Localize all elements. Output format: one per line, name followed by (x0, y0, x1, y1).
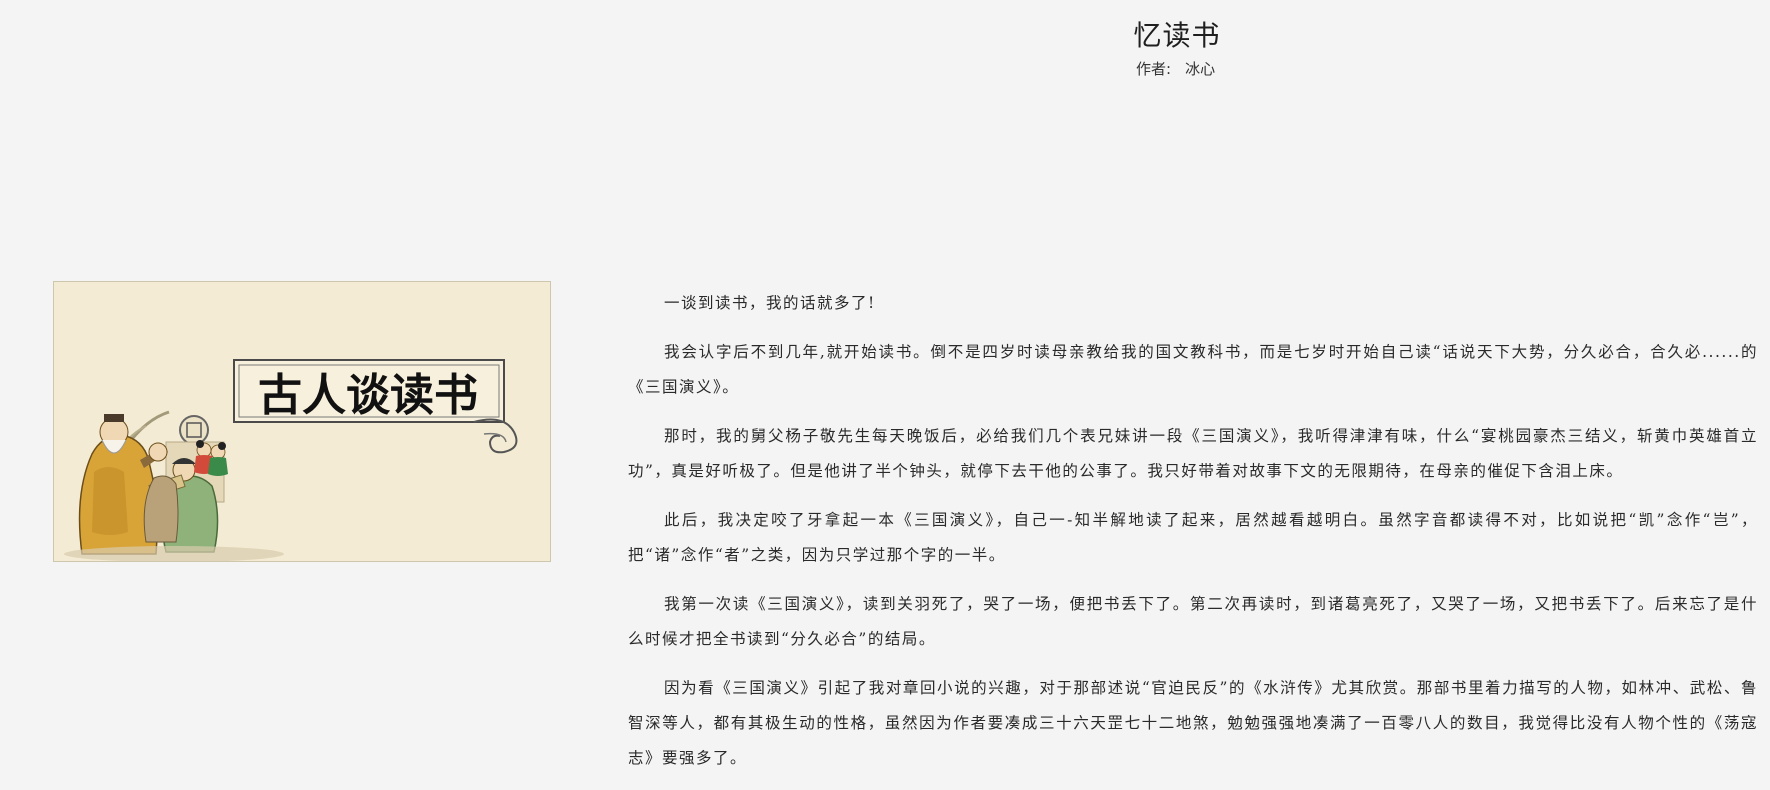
illustration-art: 古人谈读书 (54, 282, 550, 561)
author-line: 作者: 冰心 (1136, 58, 1215, 79)
author-label: 作者: (1136, 60, 1172, 78)
paragraph: 因为看《三国演义》引起了我对章回小说的兴趣，对于那部述说“官迫民反”的《水浒传》… (628, 679, 1758, 767)
paragraph: 我第一次读《三国演义》，读到关羽死了，哭了一场，便把书丢下了。第二次再读时，到诸… (628, 595, 1758, 648)
paragraph: 那时，我的舅父杨子敬先生每天晚饭后，必给我们几个表兄妹讲一段《三国演义》，我听得… (628, 427, 1758, 480)
article-illustration: 古人谈读书 (53, 281, 551, 562)
paragraph: 此后，我决定咬了牙拿起一本《三国演义》，自己一-知半解地读了起来，居然越看越明白… (628, 511, 1758, 564)
paragraph: 我会认字后不到几年,就开始读书。倒不是四岁时读母亲教给我的国文教科书，而是七岁时… (628, 343, 1758, 396)
paragraph: 一谈到读书，我的话就多了! (664, 294, 876, 312)
article-body: 一谈到读书，我的话就多了! 我会认字后不到几年,就开始读书。倒不是四岁时读母亲教… (628, 286, 1758, 790)
illustration-caption: 古人谈读书 (258, 370, 478, 421)
author-name: 冰心 (1185, 60, 1216, 78)
article-title: 忆读书 (1133, 19, 1221, 52)
